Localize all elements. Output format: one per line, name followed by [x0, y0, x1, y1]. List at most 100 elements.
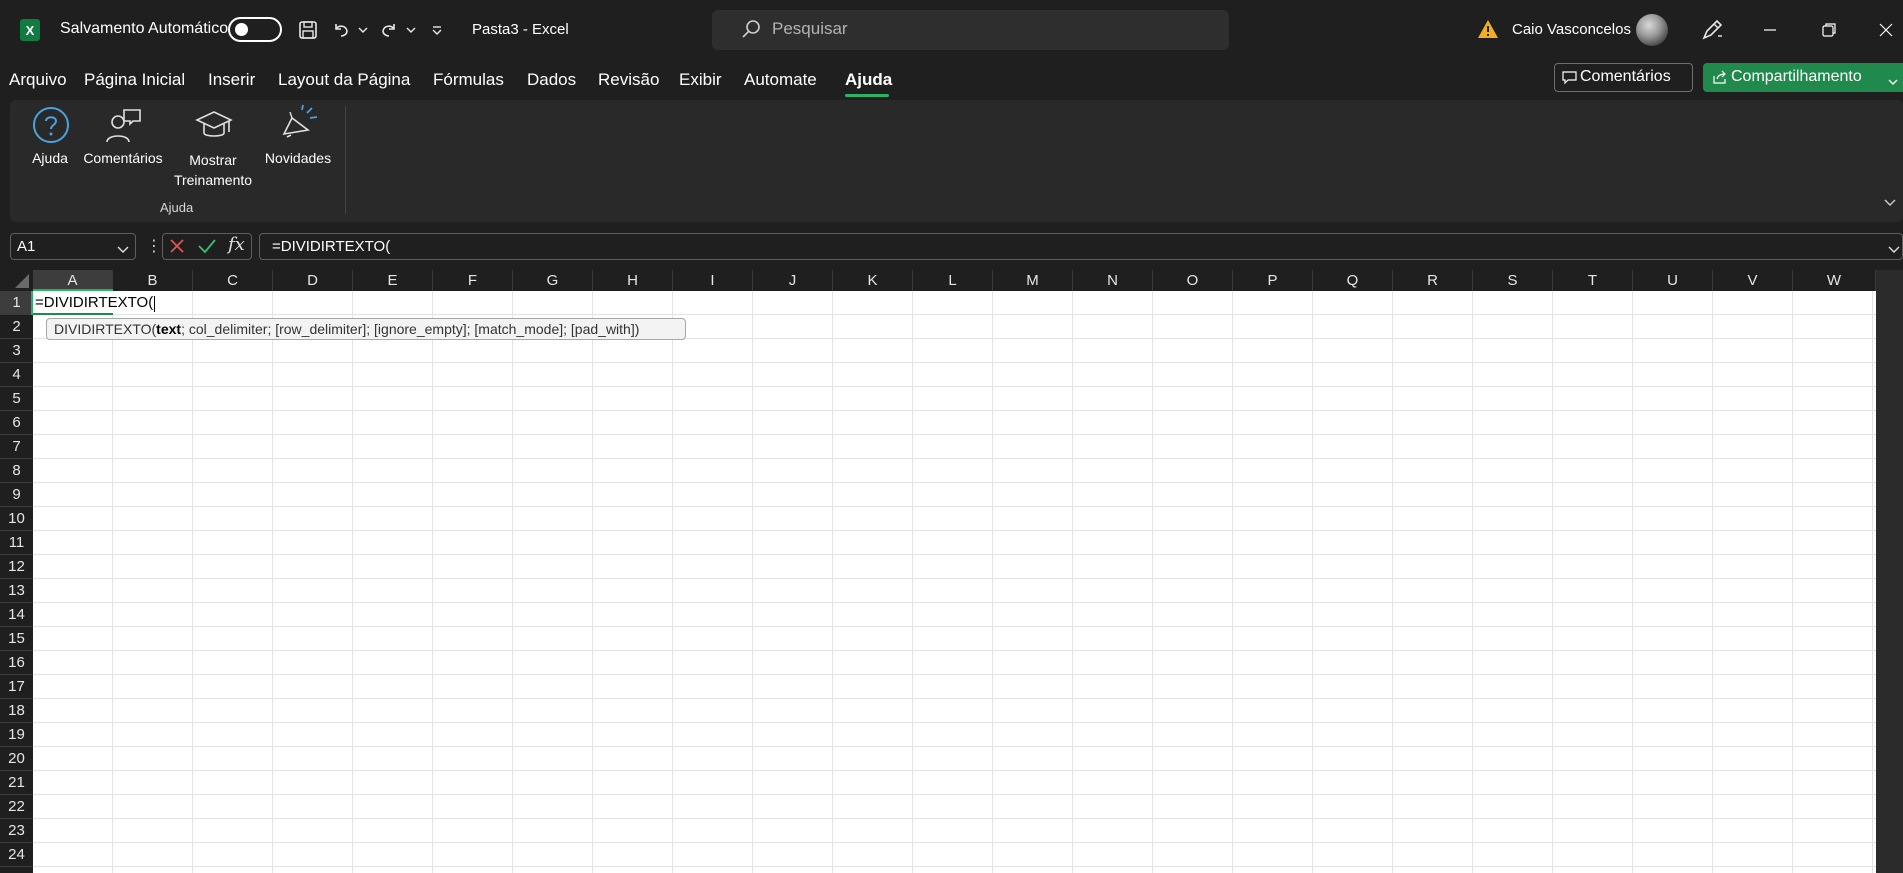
column-header[interactable]: W	[1793, 270, 1876, 291]
column-header[interactable]: J	[753, 270, 833, 291]
row-header[interactable]: 16	[0, 651, 33, 675]
tab-revisao[interactable]: Revisão	[598, 70, 659, 90]
undo-dropdown-icon[interactable]	[356, 16, 370, 44]
row-header[interactable]: 19	[0, 723, 33, 747]
tab-exibir[interactable]: Exibir	[679, 70, 722, 90]
ribbon-whats-new-label[interactable]: Novidades	[256, 150, 340, 166]
column-header[interactable]: R	[1393, 270, 1473, 291]
row-header[interactable]: 22	[0, 795, 33, 819]
column-header[interactable]: L	[913, 270, 993, 291]
tab-dados[interactable]: Dados	[527, 70, 576, 90]
tooltip-function-name[interactable]: DIVIDIRTEXTO(	[54, 321, 156, 337]
row-header[interactable]: 21	[0, 771, 33, 795]
close-icon[interactable]	[1866, 12, 1903, 48]
whats-new-icon[interactable]	[278, 104, 320, 148]
user-name[interactable]: Caio Vasconcelos	[1512, 21, 1631, 38]
row-header[interactable]: 8	[0, 459, 33, 483]
more-options-icon[interactable]: ⋮	[146, 236, 162, 256]
vertical-scrollbar[interactable]	[1876, 270, 1903, 873]
ribbon-help-label[interactable]: Ajuda	[22, 150, 78, 166]
column-header[interactable]: U	[1633, 270, 1713, 291]
name-box-value: A1	[17, 238, 36, 255]
row-header[interactable]: 7	[0, 435, 33, 459]
row-header[interactable]: 4	[0, 363, 33, 387]
row-header[interactable]: 14	[0, 603, 33, 627]
cancel-icon[interactable]	[168, 237, 186, 255]
ribbon-group-divider	[345, 106, 346, 214]
customize-toolbar-icon[interactable]	[428, 16, 446, 44]
column-header[interactable]: G	[513, 270, 593, 291]
column-header[interactable]: I	[673, 270, 753, 291]
column-header[interactable]: S	[1473, 270, 1553, 291]
autosave-toggle[interactable]	[228, 17, 282, 42]
column-header[interactable]: Q	[1313, 270, 1393, 291]
minimize-icon[interactable]	[1750, 12, 1790, 48]
insert-function-icon[interactable]: fx	[228, 234, 245, 255]
document-title: Pasta3 - Excel	[472, 21, 569, 38]
tooltip-current-arg[interactable]: text	[156, 321, 181, 337]
help-icon[interactable]	[32, 106, 70, 148]
restore-icon[interactable]	[1809, 12, 1849, 48]
row-header[interactable]: 18	[0, 699, 33, 723]
row-header[interactable]: 12	[0, 555, 33, 579]
enter-check-icon[interactable]	[197, 237, 217, 255]
worksheet-cells[interactable]	[33, 291, 1876, 873]
row-header[interactable]: 20	[0, 747, 33, 771]
name-box-dropdown-icon[interactable]	[117, 241, 129, 253]
ribbon-comments-label[interactable]: Comentários	[78, 150, 168, 166]
undo-icon[interactable]	[328, 16, 354, 44]
row-header[interactable]: 5	[0, 387, 33, 411]
formula-input[interactable]	[259, 233, 1903, 260]
redo-icon[interactable]	[376, 16, 402, 44]
row-header[interactable]: 17	[0, 675, 33, 699]
column-header[interactable]: T	[1553, 270, 1633, 291]
select-all-button[interactable]	[0, 270, 33, 291]
column-header[interactable]: C	[193, 270, 273, 291]
column-header[interactable]: O	[1153, 270, 1233, 291]
column-header[interactable]: D	[273, 270, 353, 291]
column-header[interactable]: H	[593, 270, 673, 291]
row-header[interactable]: 23	[0, 819, 33, 843]
column-header[interactable]: M	[993, 270, 1073, 291]
ribbon-training-label[interactable]: Mostrar Treinamento	[168, 150, 258, 190]
warning-icon[interactable]	[1477, 19, 1499, 39]
column-header[interactable]: V	[1713, 270, 1793, 291]
column-header[interactable]: N	[1073, 270, 1153, 291]
tab-inserir[interactable]: Inserir	[208, 70, 255, 90]
row-header[interactable]: 9	[0, 483, 33, 507]
formula-expand-icon[interactable]	[1887, 241, 1901, 253]
row-header[interactable]: 13	[0, 579, 33, 603]
tab-arquivo[interactable]: Arquivo	[9, 70, 67, 90]
column-header[interactable]: F	[433, 270, 513, 291]
row-header[interactable]: 11	[0, 531, 33, 555]
feedback-icon[interactable]	[104, 106, 142, 148]
formula-text: =DIVIDIRTEXTO(	[272, 238, 391, 255]
tab-layout-da-pagina[interactable]: Layout da Página	[278, 70, 410, 90]
training-icon[interactable]	[194, 106, 234, 148]
chevron-down-icon[interactable]	[1882, 195, 1898, 211]
redo-dropdown-icon[interactable]	[404, 16, 418, 44]
tab-pagina-inicial[interactable]: Página Inicial	[84, 70, 185, 90]
row-header[interactable]: 3	[0, 339, 33, 363]
comment-icon	[1562, 70, 1577, 89]
column-header[interactable]: B	[113, 270, 193, 291]
row-header[interactable]: 2	[0, 315, 33, 339]
tab-formulas[interactable]: Fórmulas	[433, 70, 504, 90]
row-header[interactable]: 24	[0, 843, 33, 867]
toggle-knob	[235, 23, 248, 36]
avatar[interactable]	[1636, 14, 1668, 46]
row-header[interactable]: 15	[0, 627, 33, 651]
column-header[interactable]: K	[833, 270, 913, 291]
row-header[interactable]: 10	[0, 507, 33, 531]
row-header[interactable]: 1	[0, 291, 33, 315]
tab-automate[interactable]: Automate	[744, 70, 817, 90]
share-dropdown-icon[interactable]	[1888, 73, 1898, 90]
save-icon[interactable]	[294, 16, 322, 44]
column-header[interactable]: E	[353, 270, 433, 291]
tab-ajuda[interactable]: Ajuda	[845, 70, 892, 90]
row-header[interactable]: 6	[0, 411, 33, 435]
function-tooltip-text[interactable]: DIVIDIRTEXTO(text; col_delimiter; [row_d…	[54, 321, 639, 337]
pen-icon[interactable]	[1698, 16, 1726, 44]
column-header[interactable]: P	[1233, 270, 1313, 291]
column-header[interactable]: A	[33, 270, 113, 291]
